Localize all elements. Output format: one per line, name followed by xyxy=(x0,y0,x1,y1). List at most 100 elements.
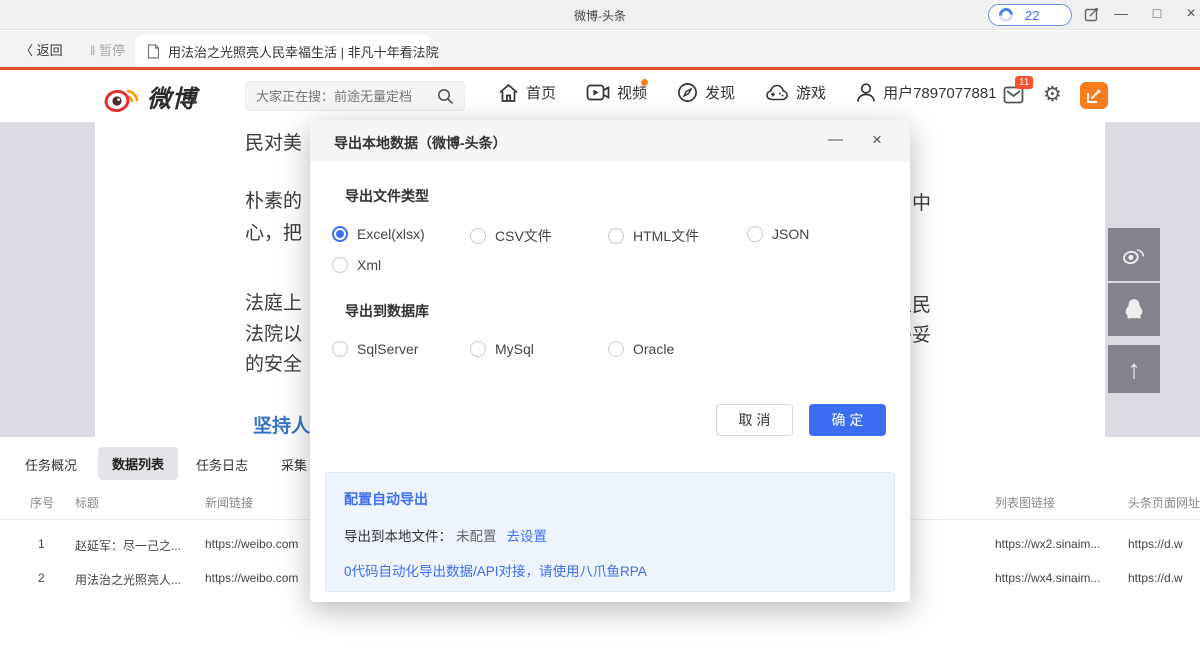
export-dialog: 导出本地数据（微博-头条） — × 导出文件类型 Excel(xlsx) CSV… xyxy=(310,120,910,602)
edit-note-icon[interactable] xyxy=(1084,6,1100,22)
nav-item-user[interactable]: 用户7897077881 xyxy=(856,82,996,103)
radio-json[interactable]: JSON xyxy=(747,226,809,242)
dialog-close-button[interactable]: × xyxy=(872,130,882,150)
pause-label: 暂停 xyxy=(99,43,125,58)
radio-oracle[interactable]: Oracle xyxy=(608,341,674,357)
radio-html[interactable]: HTML文件 xyxy=(608,226,699,246)
ok-button[interactable]: 确 定 xyxy=(809,404,886,436)
radio-icon xyxy=(608,228,624,244)
share-weibo-button[interactable] xyxy=(1108,228,1160,281)
back-label: 返回 xyxy=(37,43,63,58)
tab-task-overview[interactable]: 任务概况 xyxy=(25,455,77,474)
radio-xml[interactable]: Xml xyxy=(332,257,381,273)
dialog-title: 导出本地数据（微博-头条） xyxy=(334,133,507,153)
back-button[interactable]: 〈 返回 xyxy=(20,40,63,59)
article-heading-link[interactable]: 坚持人 xyxy=(253,411,310,438)
radio-label: Excel(xlsx) xyxy=(357,226,425,242)
nav-label: 首页 xyxy=(526,82,556,103)
nav-label: 用户7897077881 xyxy=(883,82,996,103)
back-to-top-button[interactable]: ↑ xyxy=(1108,345,1160,393)
auto-export-box: 配置自动导出 导出到本地文件：未配置去设置 0代码自动化导出数据/API对接，请… xyxy=(325,472,895,592)
task-progress-pill[interactable]: 22 xyxy=(988,4,1072,26)
share-qq-button[interactable] xyxy=(1108,283,1160,336)
close-button[interactable]: × xyxy=(1180,5,1200,23)
db-section-label: 导出到数据库 xyxy=(345,301,429,321)
radio-label: Xml xyxy=(357,257,381,273)
minimize-button[interactable]: — xyxy=(1110,5,1132,21)
back-chevron-icon: 〈 xyxy=(20,43,33,58)
radio-icon xyxy=(470,228,486,244)
radio-icon xyxy=(747,226,763,242)
dialog-header: 导出本地数据（微博-头条） — × xyxy=(310,120,910,162)
col-header-title: 标题 xyxy=(75,494,99,511)
pause-icon: ‖ xyxy=(90,43,95,58)
cell-no: 2 xyxy=(38,571,45,585)
nav-item-games[interactable]: 游戏 xyxy=(765,82,826,103)
weibo-logo[interactable]: 微博 xyxy=(103,79,197,114)
settings-gear-icon[interactable]: ⚙ xyxy=(1043,82,1062,107)
game-icon xyxy=(765,83,789,102)
weibo-nav: 微博 首页 视频 发现 游戏 用户7897077881 1 xyxy=(0,70,1200,122)
cell-title: 用法治之光照亮人... xyxy=(75,571,181,588)
radio-sqlserver[interactable]: SqlServer xyxy=(332,341,418,357)
cell-news-link: https://weibo.com xyxy=(205,571,298,585)
nav-item-discover[interactable]: 发现 xyxy=(677,82,735,103)
radio-selected-icon xyxy=(332,226,348,242)
cell-img-link: https://wx2.sinaim... xyxy=(995,537,1100,551)
weibo-nav-items: 首页 视频 发现 游戏 用户7897077881 xyxy=(498,82,997,103)
radio-icon xyxy=(332,341,348,357)
tab-data-list[interactable]: 数据列表 xyxy=(98,447,178,480)
article-text: 民对美 xyxy=(245,128,302,155)
col-header-page-url: 头条页面网址 xyxy=(1128,494,1200,511)
search-box[interactable] xyxy=(245,81,465,111)
rpa-link[interactable]: 0代码自动化导出数据/API对接，请使用八爪鱼RPA xyxy=(344,560,647,580)
pause-button[interactable]: ‖ 暂停 xyxy=(90,40,125,59)
cell-page-url: https://d.w xyxy=(1128,537,1183,551)
cancel-button[interactable]: 取 消 xyxy=(716,404,793,436)
dialog-minimize-button[interactable]: — xyxy=(828,131,843,148)
radio-label: JSON xyxy=(772,226,809,242)
radio-icon xyxy=(608,341,624,357)
radio-excel[interactable]: Excel(xlsx) xyxy=(332,226,425,242)
nav-label: 发现 xyxy=(705,82,735,103)
messages-button[interactable]: 11 xyxy=(1003,84,1027,106)
tab-task-log[interactable]: 任务日志 xyxy=(196,455,248,474)
compose-button[interactable] xyxy=(1080,82,1108,109)
task-toolbar: 〈 返回 ‖ 暂停 用法治之光照亮人民幸福生活 | 非凡十年看法院 xyxy=(0,31,1200,70)
file-type-section-label: 导出文件类型 xyxy=(345,186,429,206)
maximize-button[interactable]: □ xyxy=(1146,5,1168,21)
user-icon xyxy=(856,82,876,103)
message-badge: 11 xyxy=(1015,76,1033,89)
article-text: 法庭上 xyxy=(245,288,302,315)
auto-export-label: 导出到本地文件： xyxy=(344,529,452,544)
page-tab[interactable]: 用法治之光照亮人民幸福生活 | 非凡十年看法院 xyxy=(135,35,431,67)
radio-label: HTML文件 xyxy=(633,226,699,246)
nav-label: 游戏 xyxy=(796,82,826,103)
progress-spinner-icon xyxy=(996,5,1016,25)
nav-item-video[interactable]: 视频 xyxy=(586,82,647,103)
cell-page-url: https://d.w xyxy=(1128,571,1183,585)
nav-item-home[interactable]: 首页 xyxy=(498,82,556,103)
compose-pencil-icon xyxy=(1086,88,1102,104)
col-header-news-link: 新闻链接 xyxy=(205,494,253,511)
tab-collect[interactable]: 采集 xyxy=(281,455,307,474)
radio-label: Oracle xyxy=(633,341,674,357)
weibo-brand-text: 微博 xyxy=(147,79,197,114)
radio-label: MySql xyxy=(495,341,534,357)
search-icon[interactable] xyxy=(437,88,454,105)
radio-mysql[interactable]: MySql xyxy=(470,341,534,357)
search-input[interactable] xyxy=(256,82,426,110)
notification-dot xyxy=(641,79,648,86)
weibo-share-icon xyxy=(1122,245,1146,265)
cell-news-link: https://weibo.com xyxy=(205,537,298,551)
article-text: 法院以 xyxy=(245,319,302,346)
compass-icon xyxy=(677,82,698,103)
radio-csv[interactable]: CSV文件 xyxy=(470,226,552,246)
article-text: 朴素的 xyxy=(245,186,302,213)
radio-label: CSV文件 xyxy=(495,226,552,246)
col-header-no: 序号 xyxy=(30,494,54,511)
weibo-eye-icon xyxy=(103,81,141,113)
go-settings-link[interactable]: 去设置 xyxy=(507,529,548,544)
article-text: 心，把 xyxy=(245,218,302,245)
col-header-img-link: 列表图链接 xyxy=(995,494,1055,511)
